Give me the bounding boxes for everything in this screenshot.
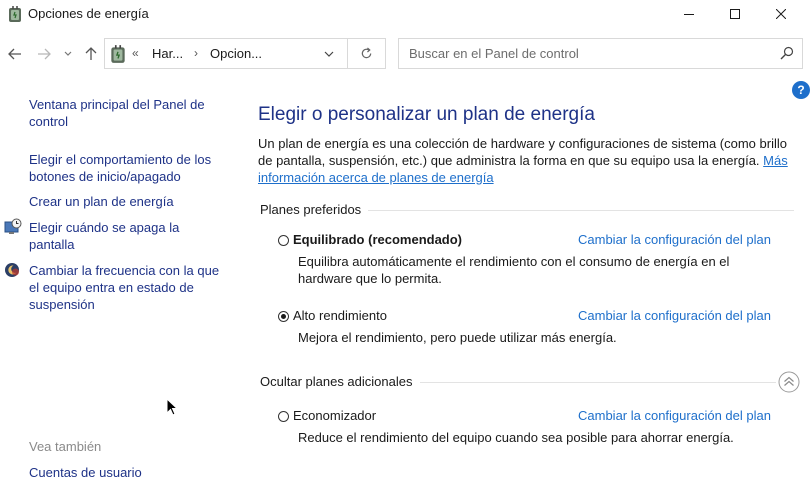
title-bar[interactable]: Opciones de energía xyxy=(0,0,812,28)
search-input[interactable] xyxy=(399,39,779,68)
plan-radio-power-saver[interactable] xyxy=(278,411,289,422)
chevron-down-icon xyxy=(324,51,334,57)
sidebar-item-turn-off-display[interactable]: Elegir cuándo se apaga la pantalla xyxy=(29,219,219,253)
change-plan-settings-link[interactable]: Cambiar la configuración del plan xyxy=(578,232,771,247)
up-button[interactable] xyxy=(80,42,102,66)
back-arrow-icon xyxy=(8,48,21,60)
close-button[interactable] xyxy=(758,0,804,28)
forward-button[interactable] xyxy=(33,42,55,66)
sidebar-item-power-buttons[interactable]: Elegir el comportamiento de los botones … xyxy=(29,151,224,185)
plan-description-power-saver: Reduce el rendimiento del equipo cuando … xyxy=(298,430,734,445)
back-button[interactable] xyxy=(4,42,26,66)
collapse-section-button[interactable] xyxy=(778,371,800,393)
sidebar-item-sleep-settings[interactable]: Cambiar la frecuencia con la que el equi… xyxy=(29,262,224,313)
recent-locations-button[interactable] xyxy=(60,42,76,66)
preferred-plans-heading: Planes preferidos xyxy=(260,202,368,217)
close-icon xyxy=(776,9,786,19)
page-title: Elegir o personalizar un plan de energía xyxy=(258,104,595,125)
breadcrumb-power-options[interactable]: Opcion... xyxy=(210,46,262,61)
breadcrumb-overflow-chevron[interactable]: « xyxy=(132,46,139,60)
chevron-down-icon xyxy=(64,51,72,56)
plan-name-high-performance[interactable]: Alto rendimiento xyxy=(293,308,387,323)
minimize-icon xyxy=(684,14,694,15)
breadcrumb-separator[interactable]: › xyxy=(194,46,198,60)
intro-text: Un plan de energía es una colección de h… xyxy=(258,136,787,168)
window-title: Opciones de energía xyxy=(28,6,149,21)
plan-name-power-saver[interactable]: Economizador xyxy=(293,408,376,423)
maximize-button[interactable] xyxy=(712,0,758,28)
up-arrow-icon xyxy=(85,47,97,60)
plan-description-balanced: Equilibra automáticamente el rendimiento… xyxy=(298,254,730,286)
display-clock-icon xyxy=(4,218,22,236)
moon-icon xyxy=(4,262,20,278)
sidebar-item-user-accounts[interactable]: Cuentas de usuario xyxy=(29,464,142,481)
plan-name-balanced[interactable]: Equilibrado (recomendado) xyxy=(293,232,462,247)
change-plan-settings-link[interactable]: Cambiar la configuración del plan xyxy=(578,308,771,323)
sidebar-item-control-panel-home[interactable]: Ventana principal del Panel de control xyxy=(29,96,219,130)
section-divider xyxy=(420,382,776,383)
power-options-icon xyxy=(109,44,127,64)
plan-radio-balanced[interactable] xyxy=(278,235,289,246)
chevron-up-circle-icon xyxy=(778,371,800,393)
refresh-icon xyxy=(361,47,372,59)
plan-description-high-performance: Mejora el rendimiento, pero puede utiliz… xyxy=(298,330,617,345)
address-dropdown-button[interactable] xyxy=(320,45,338,63)
address-bar[interactable]: « Har... › Opcion... xyxy=(104,38,386,69)
search-icon[interactable] xyxy=(780,46,794,60)
minimize-button[interactable] xyxy=(666,0,712,28)
change-plan-settings-link[interactable]: Cambiar la configuración del plan xyxy=(578,408,771,423)
power-options-icon xyxy=(7,5,23,23)
sidebar-item-create-plan[interactable]: Crear un plan de energía xyxy=(29,193,219,210)
refresh-button[interactable] xyxy=(348,39,385,68)
section-divider xyxy=(368,210,794,211)
forward-arrow-icon xyxy=(38,48,51,60)
breadcrumb-hardware[interactable]: Har... xyxy=(152,46,183,61)
plan-radio-high-performance[interactable] xyxy=(278,311,289,322)
see-also-heading: Vea también xyxy=(29,439,102,454)
help-button[interactable]: ? xyxy=(792,81,810,99)
mouse-cursor-icon xyxy=(166,397,179,416)
search-box[interactable] xyxy=(398,38,803,69)
maximize-icon xyxy=(730,9,740,19)
hide-additional-plans-heading: Ocultar planes adicionales xyxy=(260,374,419,389)
intro-paragraph: Un plan de energía es una colección de h… xyxy=(258,135,803,186)
